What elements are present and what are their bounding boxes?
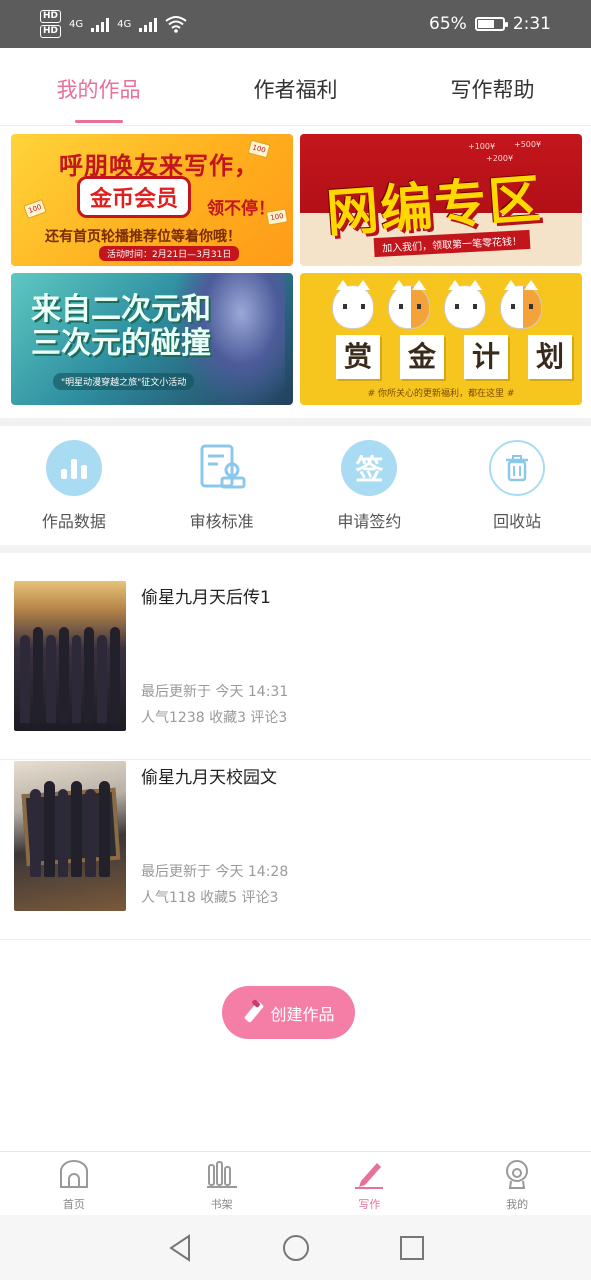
signal-icon-1 (91, 16, 110, 32)
nav-bookshelf[interactable]: 书架 (148, 1152, 296, 1215)
banner-boxed-text: 金币会员 (77, 176, 192, 218)
banner-title-chars: 赏 金 计 划 (336, 335, 572, 379)
banner-char: 划 (528, 335, 572, 379)
banner-title: 来自二次元和 三次元的碰撞 (31, 293, 211, 361)
cat-icon (500, 280, 542, 329)
battery-icon (474, 17, 508, 31)
work-stats: 人气118 收藏5 评论3 (141, 890, 279, 906)
network-label-1: 4G (69, 18, 84, 30)
shortcut-label: 回收站 (493, 512, 542, 531)
recents-icon[interactable] (397, 1233, 427, 1263)
profile-icon (501, 1158, 533, 1190)
sign-icon: 签 (341, 440, 398, 496)
banner-date: 活动时间：2月21日—3月31日 (99, 246, 240, 261)
banner-reward-plan[interactable]: 赏 金 计 划 # 你所关心的更新福利，都在这里 # (300, 273, 582, 405)
home-circle-icon[interactable] (281, 1233, 311, 1263)
cat-icon (444, 280, 486, 329)
banner-side-text: 领不停！ (207, 199, 275, 219)
section-divider (0, 418, 591, 426)
back-icon[interactable] (165, 1233, 195, 1263)
home-icon (58, 1158, 90, 1190)
nav-label: 首页 (62, 1198, 85, 1211)
bar-chart-icon (45, 440, 102, 496)
banner-title-line2: 三次元的碰撞 (31, 326, 211, 361)
work-stats: 人气1238 收藏3 评论3 (141, 710, 288, 726)
banner-editor-zone[interactable]: +100¥ +500¥ +200¥ 网编专区 加入我们，领取第一笔零花钱！ (300, 134, 582, 266)
top-tabs: 我的作品 作者福利 写作帮助 (0, 48, 591, 126)
coin-icon: 100 (23, 199, 47, 219)
nav-label: 写作 (358, 1198, 381, 1211)
trash-icon (489, 440, 546, 496)
nav-label: 我的 (506, 1198, 529, 1211)
create-work-button[interactable]: 创建作品 (222, 986, 355, 1039)
bookshelf-icon (206, 1158, 238, 1190)
status-right: 65% 2:31 (429, 14, 551, 34)
signal-icon-2 (139, 16, 158, 32)
money-tag: +100¥ (468, 142, 496, 151)
work-list-item[interactable]: 偷星九月天后传1 最后更新于 今天 14:31 人气1238 收藏3 评论3 (0, 581, 591, 760)
tab-author-benefits[interactable]: 作者福利 (197, 48, 394, 125)
create-work-label: 创建作品 (270, 1004, 335, 1024)
banner-char: 金 (400, 335, 444, 379)
banner-title-line1: 来自二次元和 (31, 292, 211, 327)
banner-grid: 100 100 100 呼朋唤友来写作， 金币会员 领不停！ 还有首页轮播推荐位… (11, 134, 582, 406)
shortcut-label: 作品数据 (41, 512, 106, 531)
hd-badge-bottom: HD (40, 25, 62, 38)
network-label-2: 4G (117, 18, 132, 30)
bottom-nav: 首页 书架 写作 我的 (0, 1151, 591, 1215)
work-updated: 最后更新于 今天 14:28 (141, 864, 289, 880)
work-title: 偷星九月天校园文 (141, 768, 277, 788)
status-left: HD HD 4G 4G (40, 10, 187, 38)
battery-fill (477, 20, 494, 28)
nav-label: 书架 (210, 1198, 233, 1211)
audit-document-icon (194, 440, 250, 496)
tab-writing-help[interactable]: 写作帮助 (394, 48, 591, 125)
shortcut-label: 审核标准 (189, 512, 254, 531)
shortcut-review-standard[interactable]: 审核标准 (148, 428, 296, 544)
work-cover-image (14, 581, 126, 731)
work-title: 偷星九月天后传1 (141, 588, 271, 608)
shortcut-work-data[interactable]: 作品数据 (0, 428, 148, 544)
nav-home[interactable]: 首页 (0, 1152, 148, 1215)
nav-profile[interactable]: 我的 (443, 1152, 591, 1215)
shortcut-label: 申请签约 (337, 512, 402, 531)
shortcut-row: 作品数据 审核标准 签 申请签约 回收站 (0, 428, 591, 544)
banner-subline: "明星动漫穿越之旅"征文小活动 (53, 373, 195, 390)
status-bar: HD HD 4G 4G 65% 2:31 (0, 0, 591, 48)
nav-write[interactable]: 写作 (296, 1152, 444, 1215)
system-nav-bar (0, 1215, 591, 1280)
pen-icon (353, 1158, 385, 1190)
cat-illustrations (332, 280, 542, 329)
banner-char: 计 (464, 335, 508, 379)
hd-badge-top: HD (40, 10, 62, 23)
banner-char: 赏 (336, 335, 380, 379)
cat-icon (332, 280, 374, 329)
banner-subline: # 你所关心的更新福利，都在这里 # (367, 389, 515, 399)
banner-subline: 还有首页轮播推荐位等着你哦！ (45, 229, 241, 245)
tab-my-works[interactable]: 我的作品 (0, 48, 197, 125)
work-list-item[interactable]: 偷星九月天校园文 最后更新于 今天 14:28 人气118 收藏5 评论3 (0, 761, 591, 940)
banner-dimension-collision[interactable]: 来自二次元和 三次元的碰撞 "明星动漫穿越之旅"征文小活动 (11, 273, 293, 405)
banner-gold-member[interactable]: 100 100 100 呼朋唤友来写作， 金币会员 领不停！ 还有首页轮播推荐位… (11, 134, 293, 266)
section-divider (0, 545, 591, 553)
work-updated: 最后更新于 今天 14:31 (141, 684, 289, 700)
shortcut-apply-sign[interactable]: 签 申请签约 (296, 428, 444, 544)
pencil-icon (242, 1002, 264, 1024)
work-cover-image (14, 761, 126, 911)
clock: 2:31 (512, 14, 551, 34)
money-tag: +500¥ (514, 140, 542, 149)
hd-badges: HD HD (40, 10, 62, 38)
wifi-icon (165, 16, 187, 33)
battery-percent: 65% (429, 14, 467, 34)
cat-icon (388, 280, 430, 329)
shortcut-recycle-bin[interactable]: 回收站 (443, 428, 591, 544)
